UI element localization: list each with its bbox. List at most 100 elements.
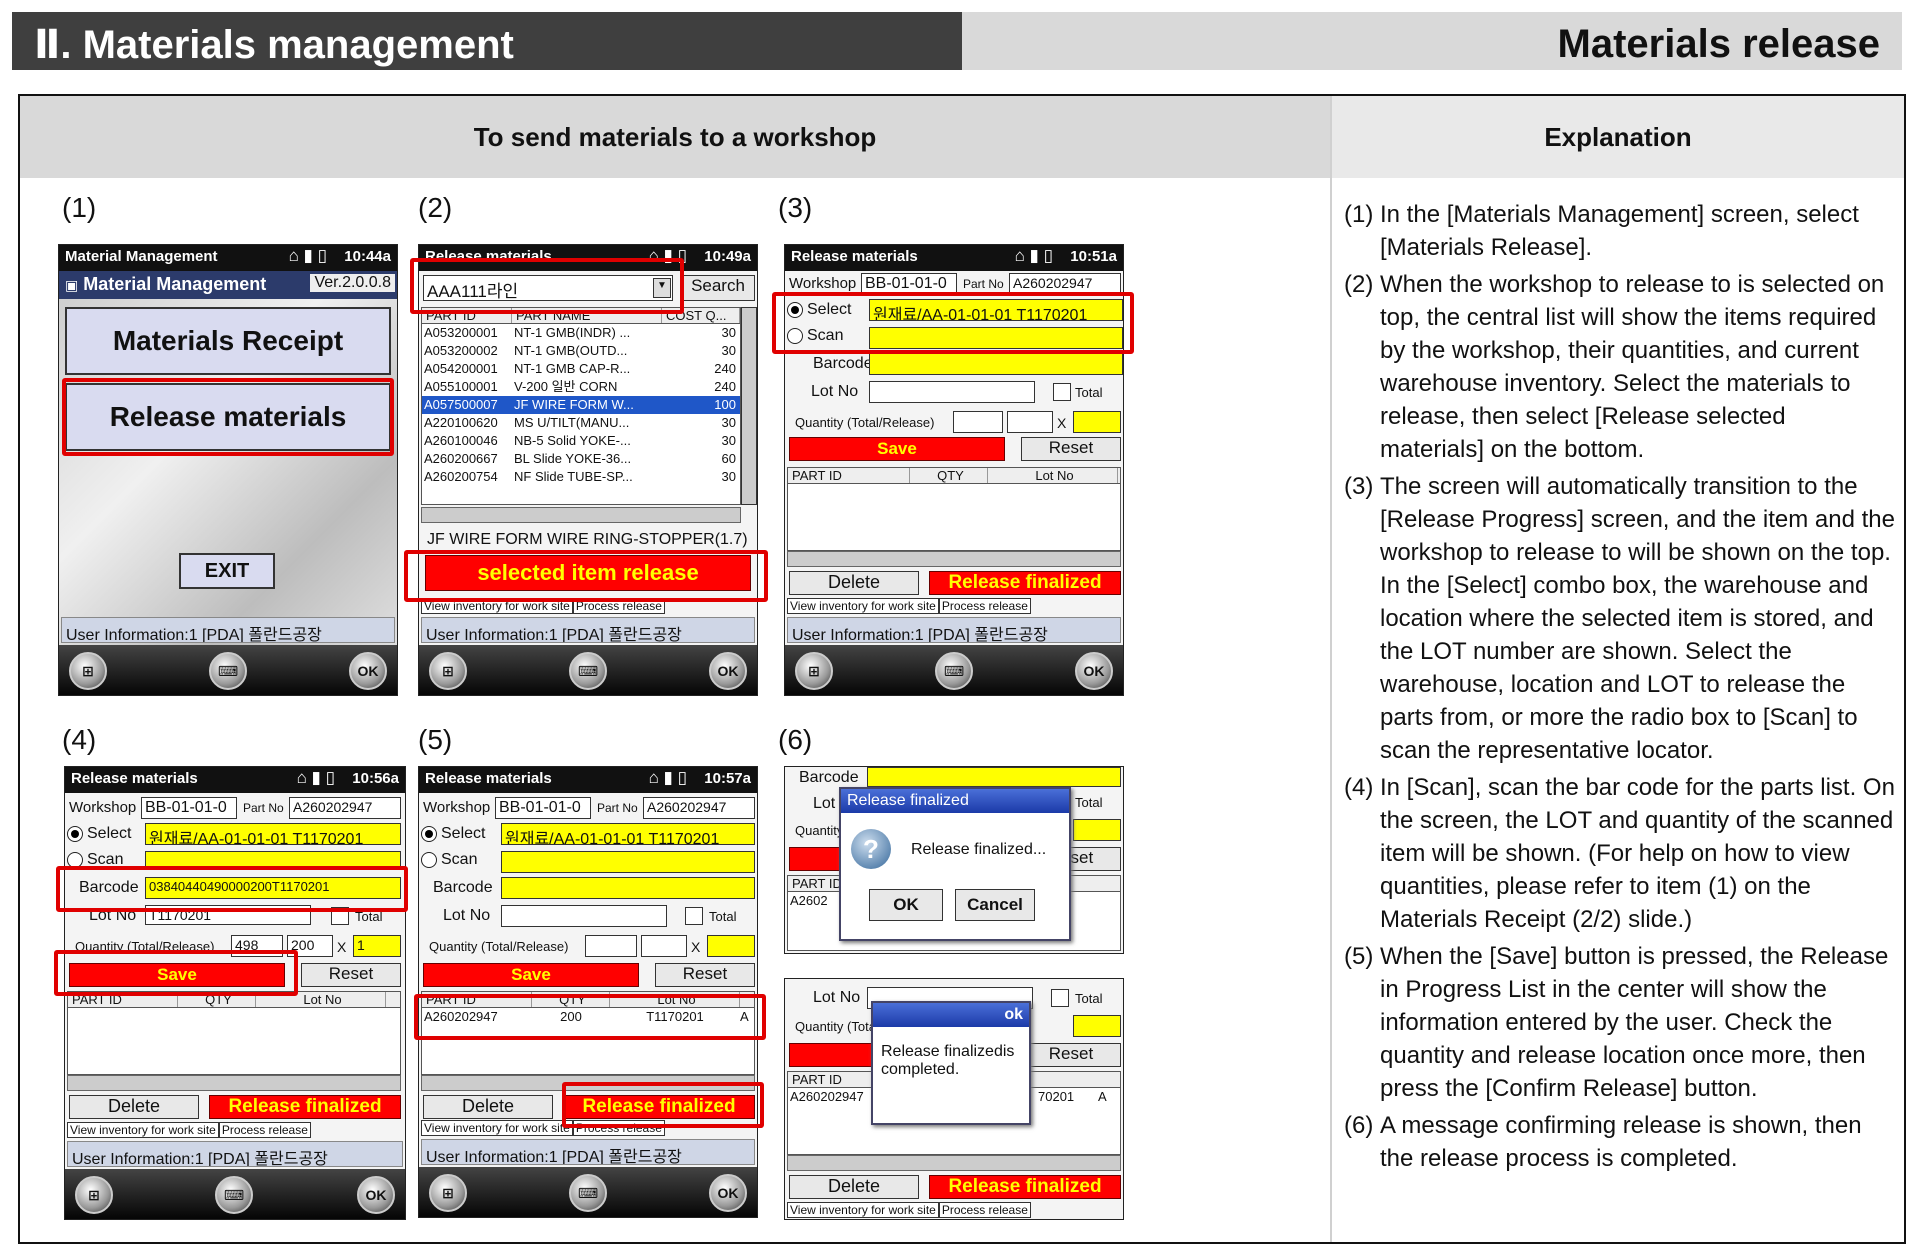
release-finalized-button[interactable]: Release finalized: [929, 1175, 1121, 1199]
delete-button[interactable]: Delete: [789, 571, 919, 595]
total-checkbox[interactable]: [1051, 989, 1069, 1007]
release-progress-list[interactable]: PART ID QTY Lot No: [787, 467, 1121, 551]
reset-button[interactable]: Reset: [1021, 1043, 1121, 1067]
delete-button[interactable]: Delete: [69, 1095, 199, 1119]
delete-button[interactable]: Delete: [789, 1175, 919, 1199]
save-button[interactable]: Save: [423, 963, 639, 987]
taskbar: ⊞ ⌨ OK: [785, 645, 1123, 695]
release-progress-list[interactable]: PART ID QTY Lot No: [67, 991, 401, 1075]
list-item[interactable]: A053200001 NT-1 GMB(INDR) ... 30: [422, 324, 740, 342]
windows-start-icon[interactable]: ⊞: [429, 652, 467, 690]
scan-radio[interactable]: Scan: [421, 851, 477, 869]
user-info: User Information:1 [PDA] 폴란드공장: [421, 1139, 755, 1165]
tab-inventory[interactable]: View inventory for work site: [787, 1202, 939, 1218]
windows-start-icon[interactable]: ⊞: [429, 1174, 467, 1212]
select-radio[interactable]: Select: [421, 825, 485, 843]
list-item[interactable]: A053200002 NT-1 GMB(OUTD... 30: [422, 342, 740, 360]
location-lot-combo[interactable]: 원재료/AA-01-01-01 T1170201: [145, 823, 401, 845]
horizontal-scrollbar[interactable]: [787, 1155, 1121, 1171]
tab-process-release[interactable]: Process release: [938, 1202, 1031, 1218]
barcode-field[interactable]: [867, 767, 1121, 787]
user-info: User Information:1 [PDA] 폴란드공장: [61, 617, 395, 643]
select-radio[interactable]: Select: [67, 825, 131, 843]
tab-inventory[interactable]: View inventory for work site: [67, 1122, 219, 1138]
list-item[interactable]: A220100620 MS U/TILT(MANU... 30: [422, 414, 740, 432]
ok-button[interactable]: OK: [709, 1174, 747, 1212]
horizontal-scrollbar[interactable]: [67, 1075, 401, 1091]
list-item[interactable]: A260100046 NB-5 Solid YOKE-... 30: [422, 432, 740, 450]
qty-multiplier-field[interactable]: [1073, 819, 1121, 841]
multiply-icon: X: [691, 939, 701, 955]
lotno-field[interactable]: [501, 905, 667, 927]
required-items-list[interactable]: PART ID PART NAME COST Q... A053200001 NT…: [421, 307, 741, 505]
release-finalized-button[interactable]: Release finalized: [929, 571, 1121, 595]
qty-multiplier-field[interactable]: [1073, 411, 1121, 433]
reset-button[interactable]: Reset: [301, 963, 401, 987]
keyboard-icon[interactable]: ⌨: [215, 1176, 253, 1214]
tab-inventory[interactable]: View inventory for work site: [787, 598, 939, 614]
materials-receipt-button[interactable]: Materials Receipt: [65, 307, 391, 375]
list-item[interactable]: A054200001 NT-1 GMB CAP-R... 240: [422, 360, 740, 378]
highlight-release-button: [404, 550, 768, 602]
keyboard-icon[interactable]: ⌨: [569, 652, 607, 690]
reset-button[interactable]: Reset: [655, 963, 755, 987]
search-button[interactable]: Search: [681, 275, 755, 301]
list-item[interactable]: A260200754 NF Slide TUBE-SP... 30: [422, 468, 740, 486]
ok-button[interactable]: OK: [357, 1176, 395, 1214]
qty-multiplier-field[interactable]: [707, 935, 755, 957]
quantity-label: Quantity (Total/Release): [795, 415, 935, 430]
windows-start-icon[interactable]: ⊞: [69, 652, 107, 690]
signal-battery-icon: ⌂ ▮ ▯: [288, 246, 327, 265]
horizontal-scrollbar[interactable]: [787, 551, 1121, 567]
list-item[interactable]: A055100001 V-200 일반 CORN 240: [422, 378, 740, 396]
partno-field[interactable]: A260202947: [643, 797, 755, 819]
taskbar: ⊞ ⌨ OK: [59, 645, 397, 695]
barcode-field[interactable]: [869, 353, 1123, 375]
lotno-field[interactable]: [869, 381, 1035, 403]
vertical-scrollbar[interactable]: [741, 307, 757, 505]
reset-button[interactable]: Reset: [1021, 437, 1121, 461]
keyboard-icon[interactable]: ⌨: [569, 1174, 607, 1212]
barcode-label: Barcode: [433, 879, 493, 896]
release-finalized-button[interactable]: Release finalized: [209, 1095, 401, 1119]
qty-total-field[interactable]: [953, 411, 1003, 433]
save-button[interactable]: Save: [789, 437, 1005, 461]
partno-field[interactable]: A260202947: [289, 797, 401, 819]
status-bar: Release materials ⌂ ▮ ▯ 10:56a: [65, 767, 405, 793]
barcode-field[interactable]: [501, 877, 755, 899]
workshop-field[interactable]: BB-01-01-0: [495, 797, 591, 819]
dialog-ok-button[interactable]: OK: [869, 889, 943, 921]
location-lot-combo[interactable]: 원재료/AA-01-01-01 T1170201: [501, 823, 755, 845]
tab-inventory[interactable]: View inventory for work site: [421, 1120, 573, 1136]
windows-start-icon[interactable]: ⊞: [795, 652, 833, 690]
tab-process-release[interactable]: Process release: [218, 1122, 311, 1138]
tab-process-release[interactable]: Process release: [938, 598, 1031, 614]
right-column-header: Explanation: [1332, 96, 1904, 178]
dialog-cancel-button[interactable]: Cancel: [955, 889, 1035, 921]
qty-multiplier-field[interactable]: [1073, 1015, 1121, 1037]
windows-start-icon[interactable]: ⊞: [75, 1176, 113, 1214]
qty-total-field[interactable]: [585, 935, 637, 957]
exit-button[interactable]: EXIT: [179, 553, 275, 589]
list-item[interactable]: A057500007 JF WIRE FORM W... 100: [422, 396, 740, 414]
workshop-field[interactable]: BB-01-01-0: [141, 797, 237, 819]
qty-multiplier-field[interactable]: 1: [353, 935, 401, 957]
ok-button[interactable]: OK: [1075, 652, 1113, 690]
total-checkbox[interactable]: [685, 907, 703, 925]
delete-button[interactable]: Delete: [423, 1095, 553, 1119]
screen-6-completed-dialog: Lot No Total Quantity (Total/Release) Re…: [784, 978, 1124, 1220]
completed-dialog: ok Release finalizedis completed.: [871, 1001, 1031, 1125]
qty-release-field[interactable]: [1007, 411, 1053, 433]
horizontal-scrollbar[interactable]: [421, 507, 741, 523]
qty-release-field[interactable]: [641, 935, 687, 957]
total-checkbox[interactable]: [1053, 383, 1071, 401]
keyboard-icon[interactable]: ⌨: [209, 652, 247, 690]
confirm-dialog: Release finalized ? Release finalized...…: [839, 787, 1071, 941]
scan-field[interactable]: [501, 851, 755, 873]
ok-button[interactable]: OK: [349, 652, 387, 690]
list-item[interactable]: A260200667 BL Slide YOKE-36... 60: [422, 450, 740, 468]
lotno-label: Lot No: [813, 989, 861, 1006]
ok-button[interactable]: OK: [709, 652, 747, 690]
keyboard-icon[interactable]: ⌨: [935, 652, 973, 690]
dialog-ok-title[interactable]: ok: [873, 1003, 1029, 1027]
